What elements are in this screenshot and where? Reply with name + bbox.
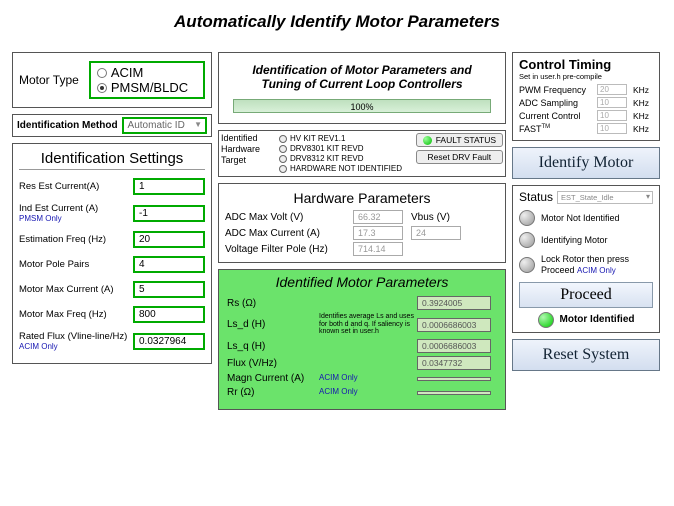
progress-bar: 100%	[233, 99, 491, 113]
hw-option[interactable]: DRV8312 KIT REVD	[279, 154, 410, 163]
proceed-button[interactable]: Proceed	[519, 282, 653, 308]
hw-option[interactable]: HV KIT REV1.1	[279, 134, 410, 143]
max-freq-row: Motor Max Freq (Hz) 800	[19, 306, 205, 323]
radio-pmsm[interactable]: PMSM/BLDC	[97, 80, 197, 95]
pole-pairs-row: Motor Pole Pairs 4	[19, 256, 205, 273]
vbus-value: 24	[411, 226, 461, 240]
radio-dot-icon	[279, 165, 287, 173]
rr-value	[417, 391, 491, 395]
status-not-identified: Motor Not Identified	[519, 210, 653, 226]
rs-value: 0.3924005	[417, 296, 491, 310]
max-freq-input[interactable]: 800	[133, 306, 205, 323]
reset-drv-button[interactable]: Reset DRV Fault	[416, 150, 503, 164]
center-top-panel: Identification of Motor Parameters and T…	[218, 52, 506, 124]
magn-value	[417, 377, 491, 381]
motor-type-label: Motor Type	[19, 73, 79, 87]
est-freq-input[interactable]: 20	[133, 231, 205, 248]
res-est-input[interactable]: 1	[133, 178, 205, 195]
status-panel: Status EST_State_Idle Motor Not Identifi…	[512, 185, 660, 333]
reset-system-button[interactable]: Reset System	[512, 339, 660, 371]
identified-motor-params-panel: Identified Motor Parameters Rs (Ω)0.3924…	[218, 269, 506, 410]
hardware-target-panel: Identified Hardware Target HV KIT REV1.1…	[218, 130, 506, 177]
identification-method-panel: Identification Method Automatic ID	[12, 114, 212, 137]
pole-pairs-input[interactable]: 4	[133, 256, 205, 273]
status-led-icon	[519, 232, 535, 248]
radio-dot-icon	[97, 68, 107, 78]
rated-flux-input[interactable]: 0.0327964	[133, 333, 205, 350]
status-led-icon	[538, 312, 554, 328]
max-current-input[interactable]: 5	[133, 281, 205, 298]
hw-option[interactable]: DRV8301 KIT REVD	[279, 144, 410, 153]
motor-type-options: ACIM PMSM/BLDC	[89, 61, 205, 99]
status-dot-icon	[423, 136, 432, 145]
center-heading: Identification of Motor Parameters and T…	[225, 57, 499, 95]
cc-value: 10	[597, 110, 627, 121]
adc-value: 10	[597, 97, 627, 108]
fast-value: 10	[597, 123, 627, 134]
radio-dot-icon	[97, 83, 107, 93]
status-state-dropdown[interactable]: EST_State_Idle	[557, 191, 653, 204]
id-method-dropdown[interactable]: Automatic ID	[122, 117, 207, 134]
ind-est-row: Ind Est Current (A)PMSM Only -1	[19, 203, 205, 223]
lsd-value: 0.0006686003	[417, 318, 491, 332]
ind-est-input[interactable]: -1	[133, 205, 205, 222]
res-est-row: Res Est Current(A) 1	[19, 178, 205, 195]
hw-option[interactable]: HARDWARE NOT IDENTIFIED	[279, 164, 410, 173]
max-current-row: Motor Max Current (A) 5	[19, 281, 205, 298]
status-identifying: Identifying Motor	[519, 232, 653, 248]
flux-value: 0.0347732	[417, 356, 491, 370]
fault-status-indicator: FAULT STATUS	[416, 133, 503, 147]
adc-volt-value: 66.32	[353, 210, 403, 224]
page-title: Automatically Identify Motor Parameters	[12, 12, 662, 32]
lsq-value: 0.0006686003	[417, 339, 491, 353]
radio-dot-icon	[279, 145, 287, 153]
identify-motor-button[interactable]: Identify Motor	[512, 147, 660, 179]
radio-dot-icon	[279, 135, 287, 143]
pwm-value: 20	[597, 84, 627, 95]
identification-settings-panel: Identification Settings Res Est Current(…	[12, 143, 212, 364]
settings-title: Identification Settings	[19, 150, 205, 170]
radio-dot-icon	[279, 155, 287, 163]
rated-flux-row: Rated Flux (Vline-line/Hz)ACIM Only 0.03…	[19, 331, 205, 351]
vfp-value: 714.14	[353, 242, 403, 256]
adc-curr-value: 17.3	[353, 226, 403, 240]
control-timing-panel: Control Timing Set in user.h pre-compile…	[512, 52, 660, 141]
id-method-label: Identification Method	[17, 120, 118, 131]
status-led-icon	[519, 210, 535, 226]
status-lock-rotor: Lock Rotor then press Proceed ACIM Only	[519, 254, 653, 276]
hardware-list: HV KIT REV1.1 DRV8301 KIT REVD DRV8312 K…	[279, 133, 410, 174]
radio-acim[interactable]: ACIM	[97, 65, 197, 80]
status-motor-identified: Motor Identified	[519, 312, 653, 328]
hardware-parameters-panel: Hardware Parameters ADC Max Volt (V) 66.…	[218, 183, 506, 263]
status-led-icon	[519, 257, 535, 273]
motor-type-panel: Motor Type ACIM PMSM/BLDC	[12, 52, 212, 108]
est-freq-row: Estimation Freq (Hz) 20	[19, 231, 205, 248]
